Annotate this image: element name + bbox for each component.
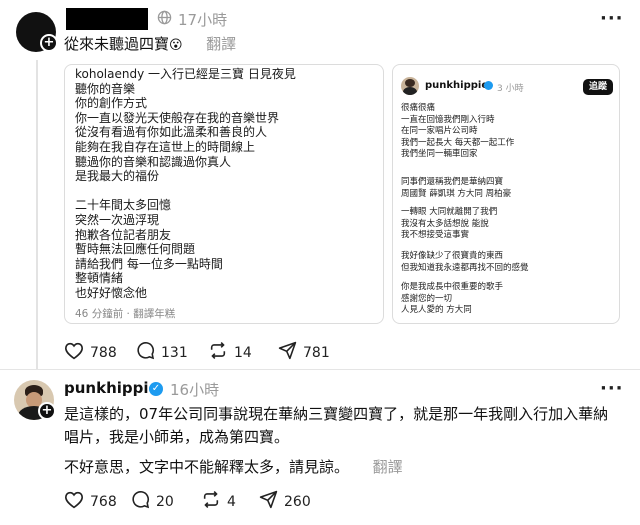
right-card-para-2: 同事們還稱我們是華納四寶 周國賢 薛凱琪 方大同 周柏豪 — [401, 177, 512, 199]
comment-count: 20 — [156, 493, 174, 510]
follow-plus-icon[interactable]: + — [40, 34, 58, 52]
left-card-line — [75, 184, 296, 199]
post2-text-line3-wrap: 不好意思，文字中不能解釋太多，請見諒。 翻譯 — [64, 456, 403, 478]
right-card-para-3: 一轉眼 大同就離開了我們 我沒有太多話想說 能說 我不想接受這事實 — [401, 207, 498, 241]
right-image-card[interactable]: punkhippie 3 小時 追蹤 很痛很痛 一直在回憶我們剛入行時 在同一家… — [392, 64, 620, 324]
post2-time: 16小時 — [170, 381, 220, 399]
post-time: 17小時 — [178, 11, 228, 29]
mini-username: punkhippie — [425, 80, 489, 91]
left-card-line: 你一直以發光天使般存在我的音樂世界 — [75, 110, 280, 125]
comment-icon — [136, 341, 161, 364]
share-button[interactable]: 781 — [278, 341, 348, 364]
left-card-line: 是我最大的福份 — [75, 169, 160, 184]
repost-button[interactable]: 14 — [208, 341, 278, 364]
translate-link[interactable]: 翻譯 — [373, 458, 403, 476]
repost-count: 14 — [234, 344, 252, 361]
globe-icon — [157, 10, 172, 29]
more-icon[interactable]: ··· — [600, 378, 624, 399]
like-count: 768 — [90, 493, 117, 510]
share-count: 260 — [284, 493, 311, 510]
verified-icon: ✓ — [149, 382, 163, 396]
share-icon — [278, 341, 303, 364]
comment-count: 131 — [161, 344, 188, 361]
left-card-line: 你的創作方式 — [75, 96, 148, 111]
mini-verified-icon — [484, 81, 493, 90]
left-card-footer: 46 分鐘前 · 翻譯年糕 — [75, 308, 176, 320]
left-card-line: 二十年間太多回憶 — [75, 198, 172, 213]
thread-line — [36, 60, 38, 370]
right-card-para-5: 你是我成長中很重要的歌手 感謝您的一切 人見人愛的 方大同 — [401, 282, 504, 316]
follow-plus-icon[interactable]: + — [38, 402, 56, 420]
redacted-username — [66, 8, 148, 30]
post2-text-line1: 是這樣的，07年公司同事說現在華納三寶變四寶了，就是那一年我剛入行加入華納 — [64, 405, 609, 423]
left-card-line: 暫時無法回應任何問題 — [75, 242, 196, 257]
left-card-line: 也好好懷念他 — [75, 285, 148, 300]
left-card-line: 聽你的音樂 — [75, 81, 136, 96]
repost-icon — [201, 490, 227, 513]
left-card-line: koholaendy 一入行已經是三寶 日見夜見 — [75, 67, 296, 81]
heart-icon — [64, 342, 90, 364]
like-button[interactable]: 788 — [64, 342, 136, 364]
left-card-line: 整頓情緒 — [75, 271, 124, 286]
post2-text-line3: 不好意思，文字中不能解釋太多，請見諒。 — [64, 458, 350, 476]
comment-button[interactable]: 131 — [136, 341, 208, 364]
right-card-para-4: 我好像缺少了很寶貴的東西 但我知道我永遠都再找不回的感覺 — [401, 251, 529, 273]
left-card-line: 從沒有看過有你如此溫柔和善良的人 — [75, 125, 268, 140]
right-card-para-1: 很痛很痛 一直在回憶我們剛入行時 在同一家唱片公司時 我們一起長大 每天都一起工… — [401, 103, 515, 160]
share-button[interactable]: 260 — [259, 490, 329, 513]
left-card-line: 能夠在我自存在這世上的時間線上 — [75, 139, 256, 154]
post-text: 從來未聽過四寶😮 翻譯 — [64, 33, 236, 57]
post1-actions: 788 131 14 781 — [64, 341, 348, 364]
like-button[interactable]: 768 — [64, 491, 131, 513]
post2-text-line2: 唱片，我是小師弟，成為第四寶。 — [64, 428, 290, 446]
follow-button[interactable]: 追蹤 — [583, 79, 613, 95]
left-card-line: 請給我們 每一位多一點時間 — [75, 256, 223, 271]
post-1: + 17小時 ··· 從來未聽過四寶😮 翻譯 koholaendy 一入行已經是… — [0, 0, 640, 370]
repost-count: 4 — [227, 493, 236, 510]
surprised-emoji-icon: 😮 — [169, 38, 183, 53]
mini-time: 3 小時 — [497, 84, 524, 94]
share-icon — [259, 490, 284, 513]
like-count: 788 — [90, 344, 117, 361]
repost-button[interactable]: 4 — [201, 490, 259, 513]
translate-link[interactable]: 翻譯 — [206, 35, 236, 53]
left-image-card[interactable]: koholaendy 一入行已經是三寶 日見夜見 聽你的音樂 你的創作方式 你一直以發… — [64, 64, 384, 324]
more-icon[interactable]: ··· — [600, 8, 624, 29]
share-count: 781 — [303, 344, 330, 361]
comment-icon — [131, 490, 156, 513]
left-card-line: 抱歉各位記者朋友 — [75, 227, 172, 242]
mini-avatar — [401, 77, 419, 95]
comment-button[interactable]: 20 — [131, 490, 201, 513]
heart-icon — [64, 491, 90, 513]
post-2: + punkhippie ✓ 16小時 ··· 是這樣的，07年公司同事說現在華… — [0, 370, 640, 525]
left-card-line: 聽過你的音樂和認識過你真人 — [75, 154, 232, 169]
post2-actions: 768 20 4 260 — [64, 490, 329, 513]
post2-username[interactable]: punkhippie — [64, 379, 159, 397]
post-text-content: 從來未聽過四寶 — [64, 35, 170, 53]
repost-icon — [208, 341, 234, 364]
left-card-line: 突然一次過浮現 — [75, 212, 160, 227]
left-card-text: koholaendy 一入行已經是三寶 日見夜見 聽你的音樂 你的創作方式 你一直以發… — [75, 67, 296, 301]
